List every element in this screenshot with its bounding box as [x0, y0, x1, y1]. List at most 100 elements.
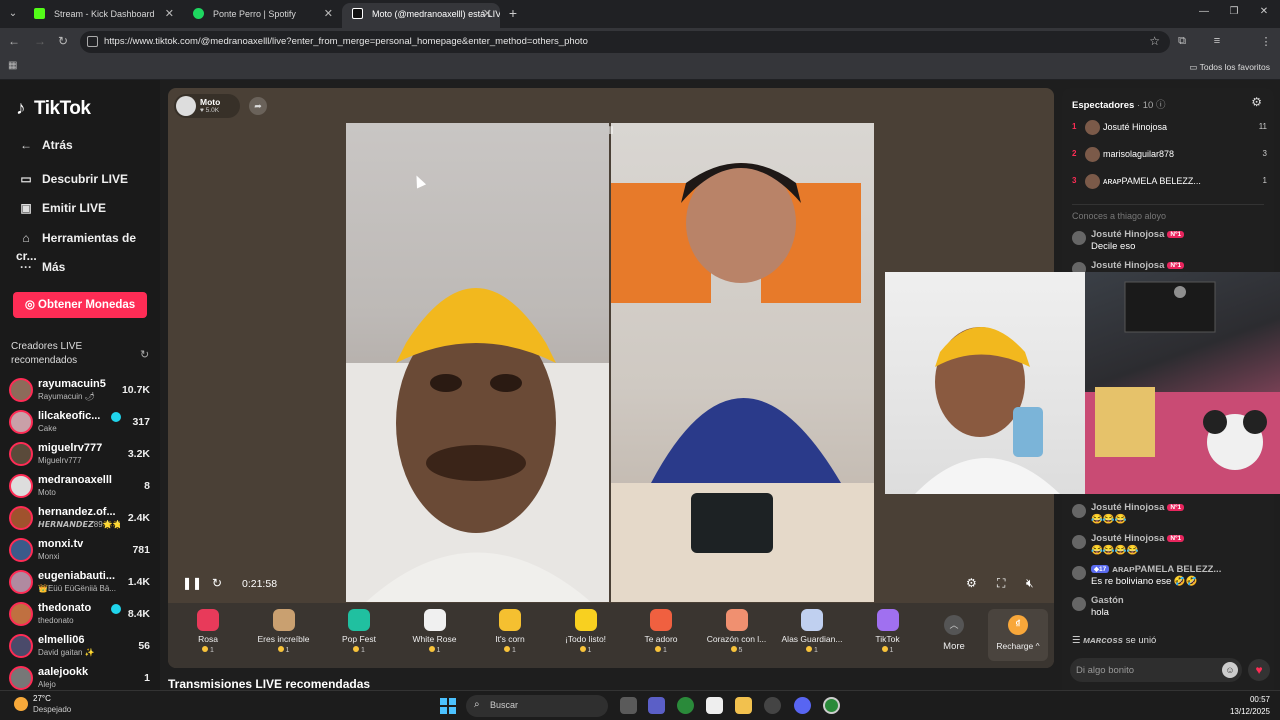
more-gifts-button[interactable]: ︿ More	[940, 615, 968, 652]
apps-grid-icon[interactable]: ▦	[8, 60, 20, 72]
creator-item[interactable]: thedonato thedonato 8.4K	[9, 600, 154, 630]
message-avatar[interactable]	[1072, 504, 1086, 518]
taskbar-search[interactable]: ⌕ Buscar	[466, 695, 608, 717]
message-author[interactable]: Josuté Hinojosa Nº1	[1091, 533, 1185, 544]
message-author[interactable]: Josuté Hinojosa Nº1	[1091, 502, 1185, 513]
get-coins-button[interactable]: ◎ Obtener Monedas	[13, 292, 147, 318]
message-avatar[interactable]	[1072, 566, 1086, 580]
settings-gear-icon[interactable]: ⚙	[966, 576, 977, 590]
tab-spotify[interactable]: Ponte Perro | Spotify ✕	[183, 3, 341, 28]
ranking-row[interactable]: 1 Josuté Hinojosa 11	[1072, 118, 1267, 138]
message-avatar[interactable]	[1072, 535, 1086, 549]
creator-item[interactable]: elmelli06 David gaitan ✨ 56	[9, 632, 154, 662]
creator-avatar[interactable]	[9, 378, 33, 402]
creator-avatar[interactable]	[9, 442, 33, 466]
url-bar[interactable]: https://www.tiktok.com/@medranoaxelll/li…	[80, 31, 1170, 53]
close-icon[interactable]: ✕	[483, 3, 492, 25]
url-text[interactable]: https://www.tiktok.com/@medranoaxelll/li…	[104, 36, 588, 47]
extensions-icon[interactable]: ⧉	[1175, 35, 1189, 49]
store-icon[interactable]	[706, 697, 723, 714]
message-author[interactable]: Josuté Hinojosa Nº1	[1091, 229, 1185, 240]
emoji-icon[interactable]: ☺	[1222, 662, 1238, 678]
nav-discover-live[interactable]: ▭ Descubrir LIVE	[16, 170, 128, 188]
back-link[interactable]: ← Atrás	[16, 136, 73, 154]
tab-search-icon[interactable]: ⌄	[4, 5, 22, 23]
bookmark-star-icon[interactable]: ☆	[1149, 34, 1160, 48]
gift-item[interactable]: Eres increíble 1	[248, 609, 320, 664]
message-avatar[interactable]	[1072, 597, 1086, 611]
like-heart-button[interactable]: ♥	[1248, 659, 1270, 681]
minimize-button[interactable]: —	[1197, 6, 1211, 17]
forward-arrow-icon[interactable]: →	[32, 34, 48, 48]
creator-avatar[interactable]	[9, 474, 33, 498]
system-clock[interactable]: 00:57 13/12/2025	[1230, 694, 1270, 718]
close-icon[interactable]: ✕	[165, 3, 174, 25]
viewer-avatar[interactable]	[1085, 174, 1100, 189]
gift-item[interactable]: Corazón con l... 5	[701, 609, 773, 664]
creator-avatar[interactable]	[9, 506, 33, 530]
creator-item[interactable]: hernandez.of... 𝙃𝙀𝙍𝙉𝘼𝙉𝘿𝙀𝙕89🌟🌟 2.4K	[9, 504, 154, 534]
gift-item[interactable]: TikTok 1	[852, 609, 924, 664]
obs-icon[interactable]	[764, 697, 781, 714]
recharge-button[interactable]: ₫ Recharge ^	[988, 609, 1048, 661]
discord-icon[interactable]	[794, 697, 811, 714]
creator-avatar[interactable]	[9, 570, 33, 594]
media-control-icon[interactable]: ≡	[1210, 35, 1224, 49]
message-avatar[interactable]	[1072, 231, 1086, 245]
task-view-icon[interactable]	[620, 697, 637, 714]
message-author[interactable]: Josuté Hinojosa Nº1	[1091, 260, 1185, 271]
windows-start-icon[interactable]	[440, 698, 456, 714]
creator-avatar[interactable]	[9, 602, 33, 626]
ranking-row[interactable]: 3 ᴀʀᴀᴘPAMELA BELEZZ... 1	[1072, 172, 1267, 192]
video-feed-right[interactable]	[611, 123, 874, 602]
back-arrow-icon[interactable]: ←	[6, 34, 22, 48]
nav-creator-tools[interactable]: ⌂ Herramientas de cr...	[16, 229, 160, 263]
gift-item[interactable]: ¡Todo listo! 1	[550, 609, 622, 664]
creator-item[interactable]: miguelrv777 Miguelrv777 3.2K	[9, 440, 154, 470]
host-info[interactable]: Moto ♥ 5.0K	[174, 94, 240, 118]
viewers-header[interactable]: Espectadores · 10 ⓘ	[1072, 97, 1165, 111]
replay-icon[interactable]: ↻	[212, 576, 222, 590]
video-feed-left[interactable]	[346, 123, 609, 602]
maximize-button[interactable]: ❐	[1227, 6, 1241, 17]
fullscreen-icon[interactable]: ⛶	[997, 576, 1005, 591]
chrome-active-icon[interactable]	[823, 697, 840, 714]
all-bookmarks-link[interactable]: ▭ Todos los favoritos	[1189, 62, 1270, 73]
nav-more[interactable]: ··· Más	[16, 258, 65, 276]
gift-item[interactable]: White Rose 1	[399, 609, 471, 664]
menu-kebab-icon[interactable]: ⋮	[1259, 35, 1273, 49]
nav-go-live[interactable]: ▣ Emitir LIVE	[16, 199, 106, 217]
tab-kick[interactable]: Stream - Kick Dashboard ✕	[24, 3, 182, 28]
tab-tiktok[interactable]: Moto (@medranoaxelll) está LIVE ✕	[342, 3, 500, 28]
chat-input[interactable]	[1076, 662, 1216, 678]
creator-item[interactable]: medranoaxelll Moto 8	[9, 472, 154, 502]
new-tab-button[interactable]: +	[506, 5, 520, 21]
viewer-avatar[interactable]	[1085, 120, 1100, 135]
pause-icon[interactable]: ❚❚	[182, 576, 202, 590]
tiktok-logo[interactable]: ♪ TikTok	[16, 98, 91, 120]
window-close-button[interactable]: ✕	[1257, 6, 1271, 17]
creator-avatar[interactable]	[9, 538, 33, 562]
teams-icon[interactable]	[648, 697, 665, 714]
gift-item[interactable]: Rosa 1	[172, 609, 244, 664]
pip-webcam-window[interactable]	[885, 272, 1280, 494]
refresh-icon[interactable]: ↻	[140, 348, 149, 361]
host-avatar[interactable]	[176, 96, 196, 116]
creator-avatar[interactable]	[9, 666, 33, 690]
file-explorer-icon[interactable]	[735, 697, 752, 714]
creator-item[interactable]: eugeniabauti... 👑Eüü EüGëniiä Bä... 1.4K	[9, 568, 154, 598]
creator-avatar[interactable]	[9, 634, 33, 658]
reload-icon[interactable]: ↻	[55, 34, 71, 48]
gift-item[interactable]: It's corn 1	[474, 609, 546, 664]
message-author[interactable]: Gastón	[1091, 595, 1124, 606]
site-info-icon[interactable]	[87, 36, 98, 47]
gift-item[interactable]: Alas Guardian... 1	[776, 609, 848, 664]
share-icon[interactable]: ➦	[249, 97, 267, 115]
mute-icon[interactable]: 🔇︎	[1026, 576, 1034, 591]
creator-avatar[interactable]	[9, 410, 33, 434]
gift-item[interactable]: Pop Fest 1	[323, 609, 395, 664]
viewer-avatar[interactable]	[1085, 147, 1100, 162]
chat-settings-icon[interactable]: ⚙	[1251, 95, 1262, 109]
chrome-icon[interactable]	[677, 697, 694, 714]
creator-item[interactable]: rayumacuin5 Rayumacuin 🌶 10.7K	[9, 376, 154, 406]
